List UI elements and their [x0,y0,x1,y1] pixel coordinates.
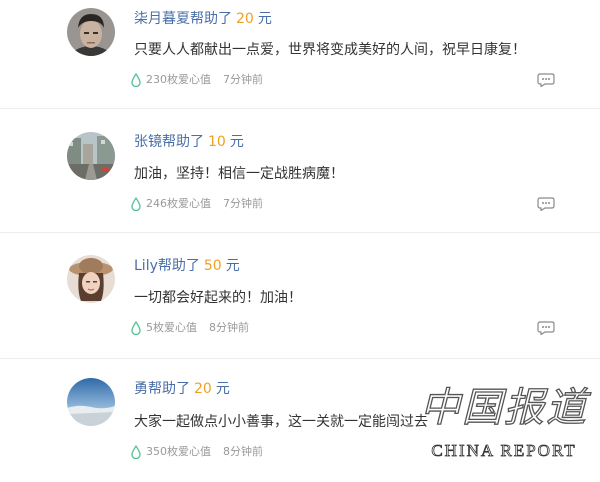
woman-hat-portrait-icon [67,255,115,303]
love-value: 5枚爱心值 [146,321,197,334]
currency-unit: 元 [215,381,230,397]
comment-text: 加油，坚持！相信一定战胜病魔！ [134,166,344,182]
avatar[interactable] [67,132,115,180]
timestamp: 7分钟前 [223,197,263,210]
avatar[interactable] [67,255,115,303]
avatar[interactable] [67,378,115,426]
currency-unit: 元 [225,258,240,274]
water-drop-icon [131,197,141,211]
user-name[interactable]: 柒月暮夏 [134,11,190,27]
comment-meta: 350枚爱心值 8分钟前 [131,445,263,459]
love-value: 246枚爱心值 [146,197,211,210]
user-name[interactable]: Lily [134,258,158,274]
timestamp: 8分钟前 [209,321,249,334]
city-street-icon [67,132,115,180]
donation-amount: 20 [194,381,212,397]
divider [0,232,600,233]
comment-header: 张镜帮助了 10 元 [134,133,244,151]
helped-label: 帮助了 [162,134,204,150]
water-drop-icon [131,321,141,335]
timestamp: 7分钟前 [223,73,263,86]
user-name[interactable]: 勇 [134,381,148,397]
person-portrait-icon [67,8,115,56]
comment-header: 柒月暮夏帮助了 20 元 [134,10,272,28]
avatar[interactable] [67,8,115,56]
comment-meta: 246枚爱心值 7分钟前 [131,197,263,211]
sky-landscape-icon [67,378,115,426]
currency-unit: 元 [257,11,272,27]
donation-amount: 50 [203,258,222,274]
comment-text: 大家一起做点小小善事，这一关就一定能闯过去 [134,414,428,430]
love-value: 230枚爱心值 [146,73,211,86]
donation-amount: 20 [236,11,254,27]
water-drop-icon [131,73,141,87]
comment-header: 勇帮助了 20 元 [134,380,230,398]
comment-meta: 5枚爱心值 8分钟前 [131,321,249,335]
divider [0,358,600,359]
love-value: 350枚爱心值 [146,445,211,458]
comment-list: 柒月暮夏帮助了 20 元 只要人人都献出一点爱，世界将变成美好的人间，祝早日康复！ … [0,0,600,482]
comment-reply-icon[interactable] [537,196,555,212]
divider [0,108,600,109]
donation-amount: 10 [208,134,226,150]
helped-label: 帮助了 [148,381,190,397]
comment-header: Lily帮助了 50 元 [134,257,240,275]
helped-label: 帮助了 [157,258,200,274]
comment-meta: 230枚爱心值 7分钟前 [131,73,263,87]
helped-label: 帮助了 [190,11,232,27]
user-name[interactable]: 张镜 [134,134,162,150]
comment-text: 一切都会好起来的！加油！ [134,290,302,306]
comment-reply-icon[interactable] [537,72,555,88]
water-drop-icon [131,445,141,459]
comment-reply-icon[interactable] [537,320,555,336]
currency-unit: 元 [229,134,244,150]
comment-text: 只要人人都献出一点爱，世界将变成美好的人间，祝早日康复！ [134,42,526,58]
timestamp: 8分钟前 [223,445,263,458]
